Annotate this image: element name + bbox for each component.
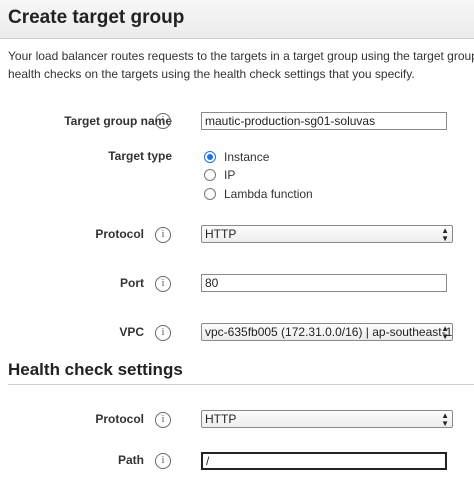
info-icon[interactable]: i (155, 113, 171, 129)
intro-line-1: Your load balancer routes requests to th… (8, 49, 474, 63)
target-group-name-label: Target group name (64, 114, 172, 128)
intro-text: Your load balancer routes requests to th… (8, 47, 474, 83)
info-icon[interactable]: i (155, 412, 171, 428)
radio-label: IP (224, 168, 236, 182)
port-input[interactable]: 80 (201, 274, 447, 292)
port-label: Port (120, 276, 144, 290)
page-header: Create target group (0, 0, 474, 39)
target-type-label: Target type (108, 149, 172, 163)
select-arrows-icon: ▲ ▼ (441, 226, 449, 243)
vpc-select-value: vpc-635fb005 (172.31.0.0/16) | ap-southe… (205, 325, 453, 339)
info-icon[interactable]: i (155, 276, 171, 292)
protocol-select[interactable]: HTTP ▲ ▼ (201, 225, 453, 243)
intro-line-2: health checks on the targets using the h… (8, 67, 415, 81)
protocol-select-value: HTTP (205, 227, 237, 241)
vpc-label: VPC (119, 325, 144, 339)
page-title: Create target group (8, 7, 185, 28)
target-type-radio-ip[interactable]: IP (204, 168, 235, 182)
radio-selected-icon[interactable] (204, 150, 216, 163)
vpc-select[interactable]: vpc-635fb005 (172.31.0.0/16) | ap-southe… (201, 323, 453, 341)
health-path-label: Path (117, 453, 144, 467)
health-path-input[interactable]: / (201, 452, 447, 470)
protocol-label: Protocol (95, 227, 144, 241)
info-icon[interactable]: i (155, 325, 171, 341)
radio-label: Lambda function (224, 187, 313, 201)
select-arrows-icon: ▲ ▼ (441, 324, 449, 341)
select-arrows-icon: ▲ ▼ (441, 411, 449, 428)
target-type-radio-instance[interactable]: Instance (204, 150, 269, 164)
section-divider (8, 384, 474, 385)
health-check-section-title: Health check settings (8, 360, 183, 379)
radio-icon[interactable] (204, 168, 216, 181)
target-group-name-input[interactable]: mautic-production-sg01-soluvas (201, 112, 447, 130)
health-protocol-label: Protocol (95, 412, 144, 426)
health-protocol-select[interactable]: HTTP ▲ ▼ (201, 410, 453, 428)
target-type-radio-lambda[interactable]: Lambda function (204, 187, 313, 201)
info-icon[interactable]: i (155, 453, 171, 469)
radio-label: Instance (224, 150, 270, 164)
info-icon[interactable]: i (155, 227, 171, 243)
radio-icon[interactable] (204, 187, 216, 200)
health-protocol-select-value: HTTP (205, 412, 237, 426)
